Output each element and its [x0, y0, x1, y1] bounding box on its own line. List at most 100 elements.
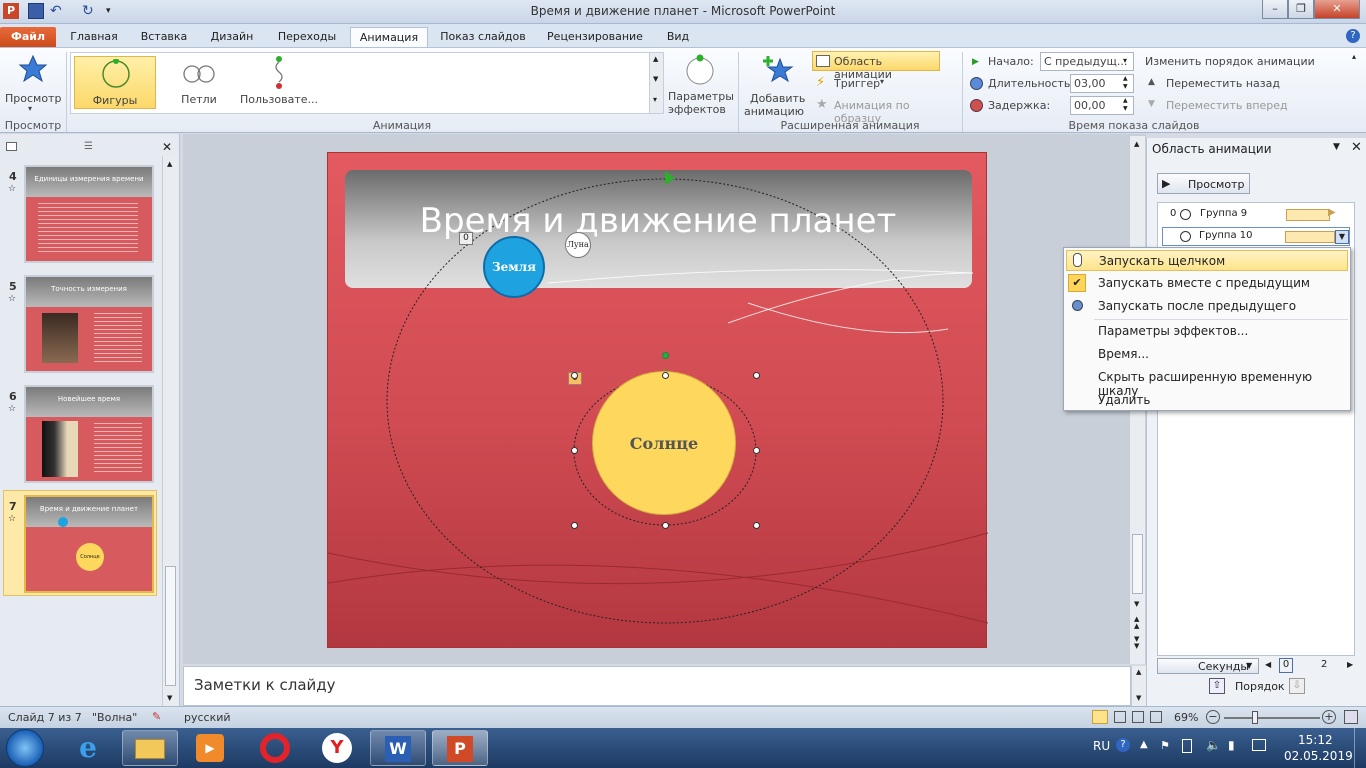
gallery-up-icon[interactable]: ▲	[653, 55, 658, 63]
rotation-handle[interactable]	[662, 352, 669, 359]
add-animation-button[interactable]: Добавить анимацию	[742, 52, 810, 118]
zoom-slider[interactable]	[1224, 717, 1320, 719]
gallery-more-icon[interactable]: ▾	[653, 95, 657, 104]
word-button[interactable]: W	[370, 730, 426, 766]
play-button[interactable]: ▶ Просмотр	[1157, 173, 1250, 194]
stepper-arrows-icon[interactable]: ▲ ▼	[1123, 97, 1128, 113]
slide-thumbnail-selected[interactable]: Время и движение планет Солнце	[24, 495, 154, 593]
tab-review[interactable]: Рецензирование	[540, 27, 650, 48]
delay-stepper[interactable]: 00,00 ▲ ▼	[1070, 96, 1134, 115]
opera-icon[interactable]	[260, 733, 290, 763]
item-dropdown-button[interactable]: ▼	[1335, 230, 1349, 244]
menu-item-hide-timeline[interactable]: Скрыть расширенную временную шкалу	[1066, 367, 1348, 398]
tab-transitions[interactable]: Переходы	[272, 27, 342, 48]
normal-view-icon[interactable]	[1092, 710, 1108, 724]
effect-options-button[interactable]: Параметры эффектов	[666, 52, 734, 116]
language-help-icon[interactable]: ?	[1116, 738, 1130, 752]
resize-handle[interactable]	[753, 447, 760, 454]
slideshow-view-icon[interactable]	[1150, 711, 1162, 723]
zoom-slider-thumb[interactable]	[1252, 711, 1258, 724]
tray-device-icon[interactable]	[1182, 739, 1192, 753]
spellcheck-icon[interactable]: ✎	[152, 710, 161, 723]
close-button[interactable]: ✕	[1314, 0, 1360, 19]
minimize-button[interactable]: –	[1262, 0, 1288, 19]
outline-tab-icon[interactable]: ☰	[84, 141, 93, 152]
zoom-out-icon[interactable]: −	[1206, 710, 1220, 724]
tray-flag-icon[interactable]: ⚑	[1160, 739, 1170, 752]
tab-design[interactable]: Дизайн	[202, 27, 262, 48]
resize-handle[interactable]	[571, 447, 578, 454]
resize-handle[interactable]	[571, 522, 578, 529]
effect-custom-button[interactable]: Пользовате...	[239, 56, 319, 109]
tab-view[interactable]: Вид	[658, 27, 698, 48]
maximize-button[interactable]: ❐	[1288, 0, 1314, 19]
reorder-down-button[interactable]: ⇩	[1289, 678, 1305, 694]
tray-battery-icon[interactable]	[1252, 739, 1266, 751]
notes-scrollbar[interactable]: ▲ ▼	[1131, 666, 1146, 706]
notes-pane[interactable]: Заметки к слайду	[183, 666, 1131, 706]
earth-shape[interactable]: Земля	[483, 236, 545, 298]
reading-view-icon[interactable]	[1132, 711, 1144, 723]
scroll-up-icon[interactable]: ▲	[1136, 668, 1141, 676]
input-language[interactable]: RU	[1093, 739, 1110, 753]
powerpoint-button[interactable]: P	[432, 730, 488, 766]
move-back-button[interactable]: ▲ Переместить назад	[1148, 76, 1298, 92]
slide-thumbnail[interactable]: Новейшее время	[24, 385, 154, 483]
trigger-button[interactable]: ⚡ Триггер ▾	[814, 75, 894, 93]
help-icon[interactable]: ?	[1346, 29, 1360, 43]
animation-item[interactable]: 0 Группа 9 ▶	[1160, 205, 1352, 224]
fit-slide-icon[interactable]	[1344, 710, 1358, 724]
slide-title[interactable]: Время и движение планет	[328, 201, 988, 241]
show-desktop-button[interactable]	[1354, 728, 1366, 768]
gallery-down-icon[interactable]: ▼	[653, 75, 658, 83]
timeline-bar[interactable]	[1286, 209, 1330, 221]
yandex-browser-icon[interactable]: Y	[322, 733, 352, 763]
menu-item-effect-options[interactable]: Параметры эффектов...	[1066, 321, 1348, 342]
scroll-up-icon[interactable]: ▲	[167, 160, 172, 168]
close-pane-icon[interactable]: ✕	[162, 140, 172, 154]
scroll-up-icon[interactable]: ▲	[1134, 140, 1139, 148]
resize-handle[interactable]	[662, 372, 669, 379]
tab-home[interactable]: Главная	[64, 27, 124, 48]
scroll-down-icon[interactable]: ▼	[1134, 600, 1139, 608]
scroll-thumb[interactable]	[165, 566, 176, 686]
collapse-ribbon-icon[interactable]: ▴	[1352, 52, 1356, 61]
duration-stepper[interactable]: 03,00 ▲ ▼	[1070, 74, 1134, 93]
sun-shape[interactable]: Солнце	[592, 371, 736, 515]
slides-tab-icon[interactable]	[6, 142, 17, 151]
close-pane-icon[interactable]: ✕	[1351, 140, 1362, 155]
zoom-level[interactable]: 69%	[1174, 711, 1198, 724]
menu-item-with-previous[interactable]: ✔ Запускать вместе с предыдущим	[1066, 273, 1348, 294]
animation-pane-button[interactable]: Область анимации	[812, 51, 940, 81]
moon-shape[interactable]: Луна	[565, 232, 591, 258]
animation-item-selected[interactable]: Группа 10 ▼	[1162, 227, 1350, 246]
menu-item-after-previous[interactable]: Запускать после предыдущего	[1066, 296, 1348, 317]
tab-file[interactable]: Файл	[0, 27, 56, 48]
sorter-view-icon[interactable]	[1114, 711, 1126, 723]
resize-handle[interactable]	[753, 522, 760, 529]
internet-explorer-icon[interactable]: e	[72, 732, 104, 764]
timeline-right-icon[interactable]: ▶	[1347, 660, 1353, 669]
network-icon[interactable]: ▮	[1228, 738, 1235, 752]
volume-icon[interactable]: 🔈	[1206, 738, 1221, 752]
scroll-down-icon[interactable]: ▼	[167, 694, 172, 702]
clock-date[interactable]: 02.05.2019	[1284, 749, 1353, 763]
tab-animation[interactable]: Анимация	[350, 27, 428, 48]
menu-item-timing[interactable]: Время...	[1066, 344, 1348, 365]
media-player-icon[interactable]: ▶	[196, 734, 224, 762]
scroll-down-icon[interactable]: ▼	[1136, 694, 1141, 702]
tray-arrow-icon[interactable]: ▲	[1140, 739, 1148, 750]
reorder-up-button[interactable]: ⇧	[1209, 678, 1225, 694]
menu-item-on-click[interactable]: Запускать щелчком	[1066, 250, 1348, 271]
zoom-in-icon[interactable]: +	[1322, 710, 1336, 724]
stepper-arrows-icon[interactable]: ▲ ▼	[1123, 75, 1128, 91]
seconds-dropdown[interactable]: Секунды ▼	[1157, 658, 1259, 674]
scroll-thumb[interactable]	[1132, 534, 1143, 594]
timeline-bar[interactable]	[1285, 231, 1335, 243]
menu-item-delete[interactable]: Удалить	[1066, 390, 1348, 410]
gallery-scrollbar[interactable]: ▲ ▼ ▾	[649, 53, 663, 113]
slide-thumbnail[interactable]: Единицы измерения времени	[24, 165, 154, 263]
start-dropdown[interactable]: С предыдущ... ▾	[1040, 52, 1134, 71]
pane-menu-icon[interactable]: ▼	[1333, 142, 1340, 152]
resize-handle[interactable]	[662, 522, 669, 529]
